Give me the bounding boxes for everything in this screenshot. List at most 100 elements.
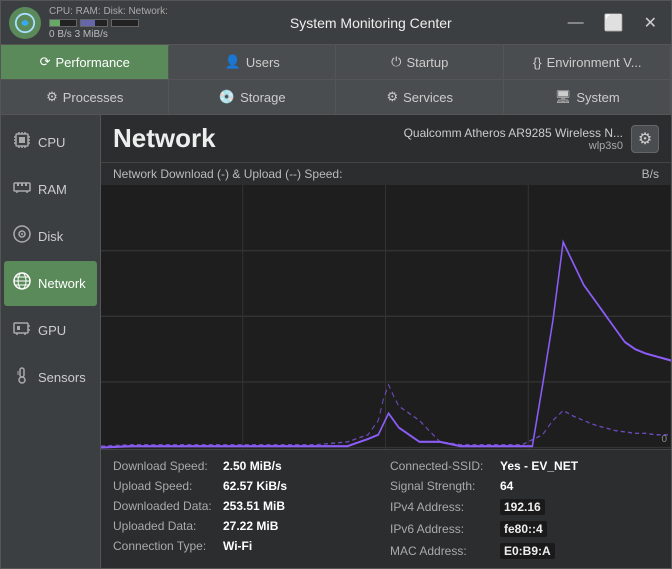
window-title: System Monitoring Center xyxy=(180,15,562,31)
stats-bars xyxy=(49,19,168,27)
chart-label-row: Network Download (-) & Upload (--) Speed… xyxy=(101,163,671,185)
network-header: Network Qualcomm Atheros AR9285 Wireless… xyxy=(101,115,671,163)
network-device-info: Qualcomm Atheros AR9285 Wireless N... wl… xyxy=(404,126,623,152)
stat-ssid-label: Connected-SSID: xyxy=(390,459,500,473)
nav-tabs-row1: ⟳ Performance 👤 Users ⏻ Startup {} Envir… xyxy=(1,45,671,80)
tab-storage-label: Storage xyxy=(240,90,286,105)
tab-startup[interactable]: ⏻ Startup xyxy=(336,45,504,79)
titlebar: CPU: RAM: Disk: Network: 0 B/s 3 MiB/s S… xyxy=(1,1,671,45)
cpu-bar xyxy=(49,19,77,27)
stat-upload-speed: Upload Speed: 62.57 KiB/s xyxy=(109,476,386,496)
stat-upload-speed-value: 62.57 KiB/s xyxy=(223,479,287,493)
tab-system-label: System xyxy=(576,90,619,105)
tab-processes[interactable]: ⚙ Processes xyxy=(1,80,169,114)
tab-performance-label: Performance xyxy=(55,55,129,70)
sidebar: CPU RAM Disk Network xyxy=(1,115,101,568)
network-icon xyxy=(12,271,32,296)
environment-icon: {} xyxy=(533,55,542,70)
tab-services[interactable]: ⚙ Services xyxy=(336,80,504,114)
stat-ipv6-label: IPv6 Address: xyxy=(390,522,500,536)
minimize-button[interactable]: — xyxy=(562,12,590,34)
stat-download-speed: Download Speed: 2.50 MiB/s xyxy=(109,456,386,476)
network-section-title: Network xyxy=(113,123,216,154)
stat-upload-speed-label: Upload Speed: xyxy=(113,479,223,493)
sidebar-item-ram[interactable]: RAM xyxy=(4,167,97,212)
stats-values: 0 B/s 3 MiB/s xyxy=(49,29,168,40)
processes-icon: ⚙ xyxy=(46,89,58,105)
sidebar-item-network[interactable]: Network xyxy=(4,261,97,306)
stat-download-speed-value: 2.50 MiB/s xyxy=(223,459,282,473)
stat-download-speed-label: Download Speed: xyxy=(113,459,223,473)
stat-downloaded-data: Downloaded Data: 253.51 MiB xyxy=(109,496,386,516)
chart-label-text: Network Download (-) & Upload (--) Speed… xyxy=(113,167,342,181)
stat-downloaded-data-label: Downloaded Data: xyxy=(113,499,223,513)
tab-services-label: Services xyxy=(403,90,453,105)
stat-mac: MAC Address: E0:B9:A xyxy=(386,540,663,562)
stats-labels: CPU: RAM: Disk: Network: xyxy=(49,6,168,17)
tab-system[interactable]: 🖥 System xyxy=(504,80,672,114)
ram-bar xyxy=(80,19,108,27)
stat-signal-strength: Signal Strength: 64 xyxy=(386,476,663,496)
sidebar-item-disk-label: Disk xyxy=(38,229,63,244)
stat-signal-strength-value: 64 xyxy=(500,479,513,493)
nav-tabs-row2: ⚙ Processes 💿 Storage ⚙ Services 🖥 Syste… xyxy=(1,80,671,115)
tab-environment-label: Environment V... xyxy=(547,55,642,70)
stats-left-column: Download Speed: 2.50 MiB/s Upload Speed:… xyxy=(109,456,386,562)
tab-users-label: Users xyxy=(246,55,280,70)
network-settings-button[interactable]: ⚙ xyxy=(631,125,659,153)
sidebar-item-gpu[interactable]: GPU xyxy=(4,308,97,353)
stat-ipv6: IPv6 Address: fe80::4 xyxy=(386,518,663,540)
tab-storage[interactable]: 💿 Storage xyxy=(169,80,337,114)
users-icon: 👤 xyxy=(225,54,241,70)
stat-connection-type-value: Wi-Fi xyxy=(223,539,252,553)
tab-users[interactable]: 👤 Users xyxy=(169,45,337,79)
stat-ipv4-label: IPv4 Address: xyxy=(390,500,500,514)
stat-ipv4-value: 192.16 xyxy=(500,499,545,515)
sensors-icon xyxy=(12,365,32,390)
main-window: CPU: RAM: Disk: Network: 0 B/s 3 MiB/s S… xyxy=(0,0,672,569)
tab-performance[interactable]: ⟳ Performance xyxy=(1,45,169,79)
storage-icon: 💿 xyxy=(219,89,235,105)
disk-bar xyxy=(111,19,139,27)
app-icon xyxy=(9,7,41,39)
sidebar-item-gpu-label: GPU xyxy=(38,323,66,338)
network-device-id: wlp3s0 xyxy=(404,140,623,152)
stat-uploaded-data: Uploaded Data: 27.22 MiB xyxy=(109,516,386,536)
cpu-icon xyxy=(12,130,32,155)
maximize-button[interactable]: ⬜ xyxy=(598,11,630,35)
stat-signal-strength-label: Signal Strength: xyxy=(390,479,500,493)
sidebar-item-ram-label: RAM xyxy=(38,182,67,197)
sidebar-item-sensors[interactable]: Sensors xyxy=(4,355,97,400)
stat-ssid: Connected-SSID: Yes - EV_NET xyxy=(386,456,663,476)
stat-connection-type-label: Connection Type: xyxy=(113,539,223,553)
disk-icon xyxy=(12,224,32,249)
stat-downloaded-data-value: 253.51 MiB xyxy=(223,499,285,513)
performance-icon: ⟳ xyxy=(40,54,51,70)
close-button[interactable]: ✕ xyxy=(638,11,663,35)
network-device-name: Qualcomm Atheros AR9285 Wireless N... xyxy=(404,126,623,140)
content-area: CPU RAM Disk Network xyxy=(1,115,671,568)
stat-connection-type: Connection Type: Wi-Fi xyxy=(109,536,386,556)
stats-grid: Download Speed: 2.50 MiB/s Upload Speed:… xyxy=(101,449,671,568)
sidebar-item-network-label: Network xyxy=(38,276,86,291)
sidebar-item-disk[interactable]: Disk xyxy=(4,214,97,259)
stat-ssid-value: Yes - EV_NET xyxy=(500,459,578,473)
stat-uploaded-data-label: Uploaded Data: xyxy=(113,519,223,533)
tab-startup-label: Startup xyxy=(406,55,448,70)
stat-mac-label: MAC Address: xyxy=(390,544,500,558)
main-content: Network Qualcomm Atheros AR9285 Wireless… xyxy=(101,115,671,568)
services-icon: ⚙ xyxy=(386,89,398,105)
sidebar-item-sensors-label: Sensors xyxy=(38,370,86,385)
window-controls: — ⬜ ✕ xyxy=(562,11,663,35)
ram-icon xyxy=(12,177,32,202)
stat-ipv6-value: fe80::4 xyxy=(500,521,547,537)
network-chart: 0 xyxy=(101,185,671,449)
sidebar-item-cpu[interactable]: CPU xyxy=(4,120,97,165)
titlebar-stats: CPU: RAM: Disk: Network: 0 B/s 3 MiB/s xyxy=(49,6,168,40)
tab-environment[interactable]: {} Environment V... xyxy=(504,45,672,79)
stats-right-column: Connected-SSID: Yes - EV_NET Signal Stre… xyxy=(386,456,663,562)
stat-uploaded-data-value: 27.22 MiB xyxy=(223,519,278,533)
stat-ipv4: IPv4 Address: 192.16 xyxy=(386,496,663,518)
stat-mac-value: E0:B9:A xyxy=(500,543,555,559)
chart-zero-label: 0 xyxy=(661,434,667,445)
